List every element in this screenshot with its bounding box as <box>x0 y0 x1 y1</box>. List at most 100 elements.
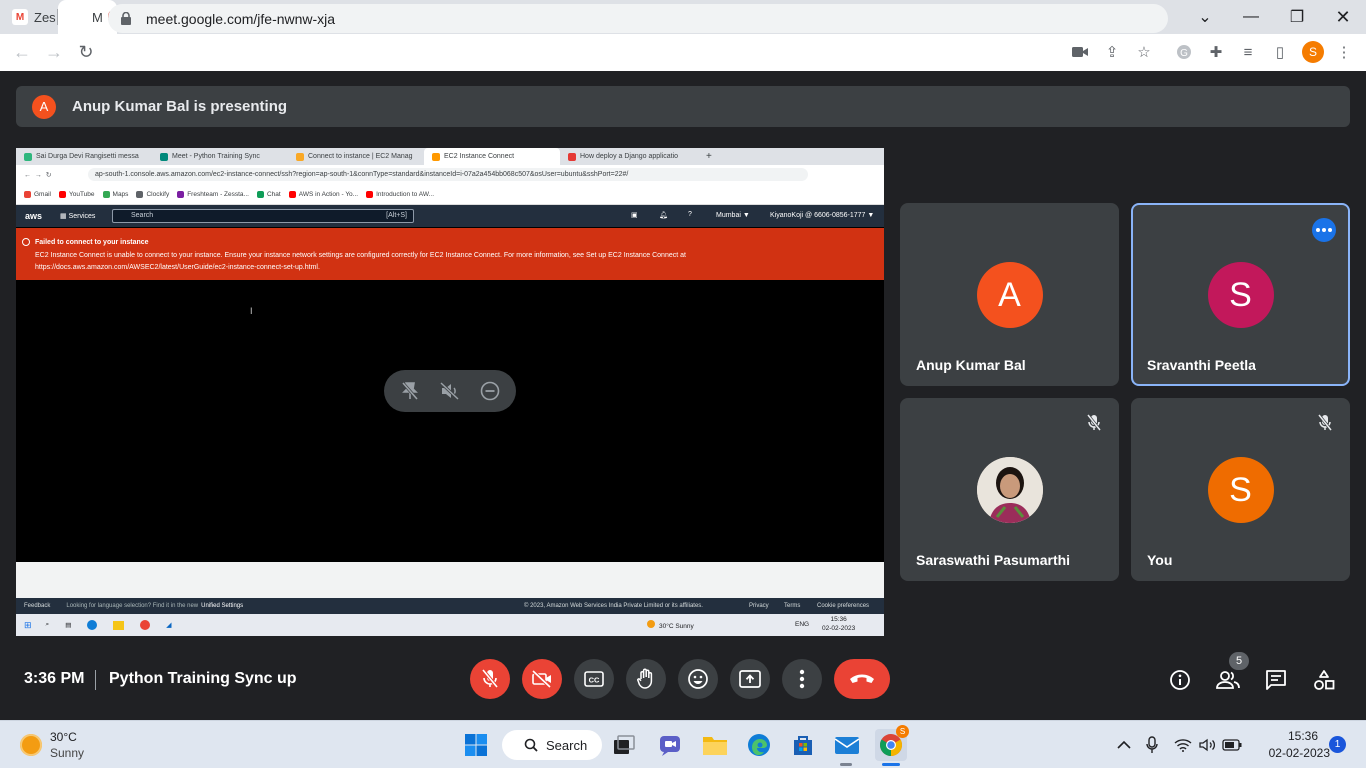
error-line1: EC2 Instance Connect is unable to connec… <box>35 251 686 259</box>
shared-bookmarks-bar: Gmail YouTube Maps Clockify Freshteam - … <box>16 184 884 205</box>
microsoft-store-icon[interactable] <box>789 731 817 759</box>
captions-button[interactable]: CC <box>574 659 614 699</box>
bell-icon: 🔔︎ <box>659 212 668 219</box>
windows-taskbar: 30°C Sunny Search S 15:36 02-02-2023 1 <box>0 720 1366 768</box>
clock-date[interactable]: 02-02-2023 <box>1269 746 1330 760</box>
present-now-button[interactable] <box>730 659 770 699</box>
participant-tile-self[interactable]: S You <box>1131 398 1350 581</box>
account-menu: KiyanoKoji @ 6606-0856-1777 ▼ <box>770 212 875 219</box>
side-panel-icon[interactable]: ▯ <box>1270 42 1290 62</box>
url-text: meet.google.com/jfe-nwnw-xja <box>146 10 336 27</box>
reload-button[interactable]: ↻ <box>70 37 102 69</box>
search-icon <box>524 738 538 752</box>
shared-edge-icon <box>87 620 98 630</box>
address-bar[interactable]: meet.google.com/jfe-nwnw-xja <box>108 4 1168 33</box>
mail-icon[interactable] <box>833 731 861 759</box>
file-explorer-icon[interactable] <box>701 731 729 759</box>
shared-tab: Connect to instance | EC2 Manag <box>288 148 424 165</box>
shared-start-icon: ⊞ <box>24 619 32 630</box>
shared-lang: ENG <box>795 621 810 628</box>
mute-presentation-audio-icon[interactable] <box>438 379 462 403</box>
shared-screen: Sai Durga Devi Rangisetti messa Meet - P… <box>16 148 884 636</box>
show-hidden-icons-icon[interactable] <box>1114 735 1134 755</box>
participant-tile[interactable]: A Anup Kumar Bal <box>900 203 1119 386</box>
clock-time[interactable]: 15:36 <box>1288 729 1318 743</box>
svg-text:CC: CC <box>589 676 600 685</box>
tab-search-icon[interactable]: ⌄ <box>1182 0 1228 34</box>
bookmark: Clockify <box>136 190 169 198</box>
weather-sun-icon[interactable] <box>20 734 42 756</box>
emoji-reaction-button[interactable] <box>678 659 718 699</box>
participant-tile-active[interactable]: S Sravanthi Peetla <box>1131 203 1350 386</box>
error-icon <box>22 238 30 246</box>
participant-avatar: S <box>1207 457 1274 523</box>
task-view-icon[interactable] <box>610 731 638 759</box>
camera-toggle-button[interactable] <box>522 659 562 699</box>
chat-icon[interactable] <box>1263 667 1289 693</box>
maximize-button[interactable]: ❐ <box>1274 0 1320 34</box>
svg-text:G: G <box>1180 48 1188 59</box>
bookmark: AWS in Action - Yo... <box>288 190 358 198</box>
wifi-icon[interactable] <box>1173 735 1193 755</box>
tab-label: Zes <box>34 9 56 25</box>
weather-desc[interactable]: Sunny <box>50 746 84 760</box>
participant-name: Saraswathi Pasumarthi <box>916 552 1071 568</box>
tab-label: M <box>92 9 103 25</box>
weather-temp[interactable]: 30°C <box>50 730 77 744</box>
bookmark: Gmail <box>24 190 51 198</box>
bookmark: Freshteam - Zessta... <box>177 190 249 198</box>
bookmark: Chat <box>256 190 281 198</box>
volume-icon[interactable] <box>1198 735 1218 755</box>
shared-vscode-icon: ◢ <box>166 622 172 629</box>
raise-hand-button[interactable] <box>626 659 666 699</box>
participant-avatar: A <box>976 262 1043 328</box>
share-icon[interactable]: ⇪ <box>1102 42 1122 62</box>
participant-tile[interactable]: Saraswathi Pasumarthi <box>900 398 1119 581</box>
meeting-details-icon[interactable] <box>1167 667 1193 693</box>
edge-icon[interactable] <box>745 731 773 759</box>
shared-url: ap-south-1.console.aws.amazon.com/ec2-in… <box>88 168 808 181</box>
unpin-icon[interactable] <box>398 379 422 403</box>
mic-toggle-button[interactable] <box>470 659 510 699</box>
bookmark-star-icon[interactable]: ☆ <box>1134 42 1154 62</box>
terminal-area <box>16 280 884 562</box>
aws-footer: Feedback Looking for language selection?… <box>16 598 884 614</box>
activities-icon[interactable] <box>1311 667 1337 693</box>
lock-icon <box>120 11 132 25</box>
taskbar-search[interactable]: Search <box>502 730 602 760</box>
shared-new-tab-icon: + <box>706 151 712 162</box>
forward-button[interactable]: → <box>38 37 70 69</box>
bookmark: YouTube <box>58 190 95 198</box>
chrome-icon[interactable]: S <box>875 725 909 761</box>
profile-avatar[interactable]: S <box>1302 41 1324 63</box>
people-icon[interactable] <box>1215 667 1241 693</box>
start-icon[interactable] <box>462 731 490 759</box>
extensions-icon[interactable]: ✚ <box>1206 42 1226 62</box>
chrome-profile-badge: S <box>896 725 909 738</box>
more-options-button[interactable] <box>1312 218 1336 242</box>
media-queue-icon[interactable]: ≡ <box>1238 42 1258 62</box>
chrome-menu-icon[interactable]: ⋮ <box>1334 42 1354 62</box>
battery-icon[interactable] <box>1222 735 1242 755</box>
close-window-button[interactable]: ✕ <box>1320 0 1366 34</box>
shared-tab-active: EC2 Instance Connect <box>424 148 560 165</box>
teams-chat-icon[interactable] <box>656 731 684 759</box>
browser-tab[interactable]: M Zes <box>0 0 58 34</box>
error-alert: Failed to connect to your instance EC2 I… <box>16 228 884 280</box>
meet-icon <box>70 9 86 25</box>
help-icon: ? <box>688 211 692 218</box>
remove-from-view-icon[interactable] <box>478 379 502 403</box>
back-button[interactable]: ← <box>6 37 38 69</box>
leave-call-button[interactable] <box>834 659 890 699</box>
page-blank-area <box>16 562 884 598</box>
shared-taskview-icon: ▤ <box>65 622 72 629</box>
shared-tab: How deploy a Django applicatio <box>560 148 696 165</box>
gmail-icon: M <box>12 9 28 25</box>
people-count-badge: 5 <box>1229 652 1249 670</box>
grammarly-extension-icon[interactable]: G <box>1174 42 1194 62</box>
microphone-icon[interactable] <box>1142 735 1162 755</box>
camera-in-use-icon[interactable] <box>1070 42 1090 62</box>
notification-badge[interactable]: 1 <box>1329 736 1346 753</box>
more-options-button[interactable] <box>782 659 822 699</box>
minimize-button[interactable]: — <box>1228 0 1274 34</box>
